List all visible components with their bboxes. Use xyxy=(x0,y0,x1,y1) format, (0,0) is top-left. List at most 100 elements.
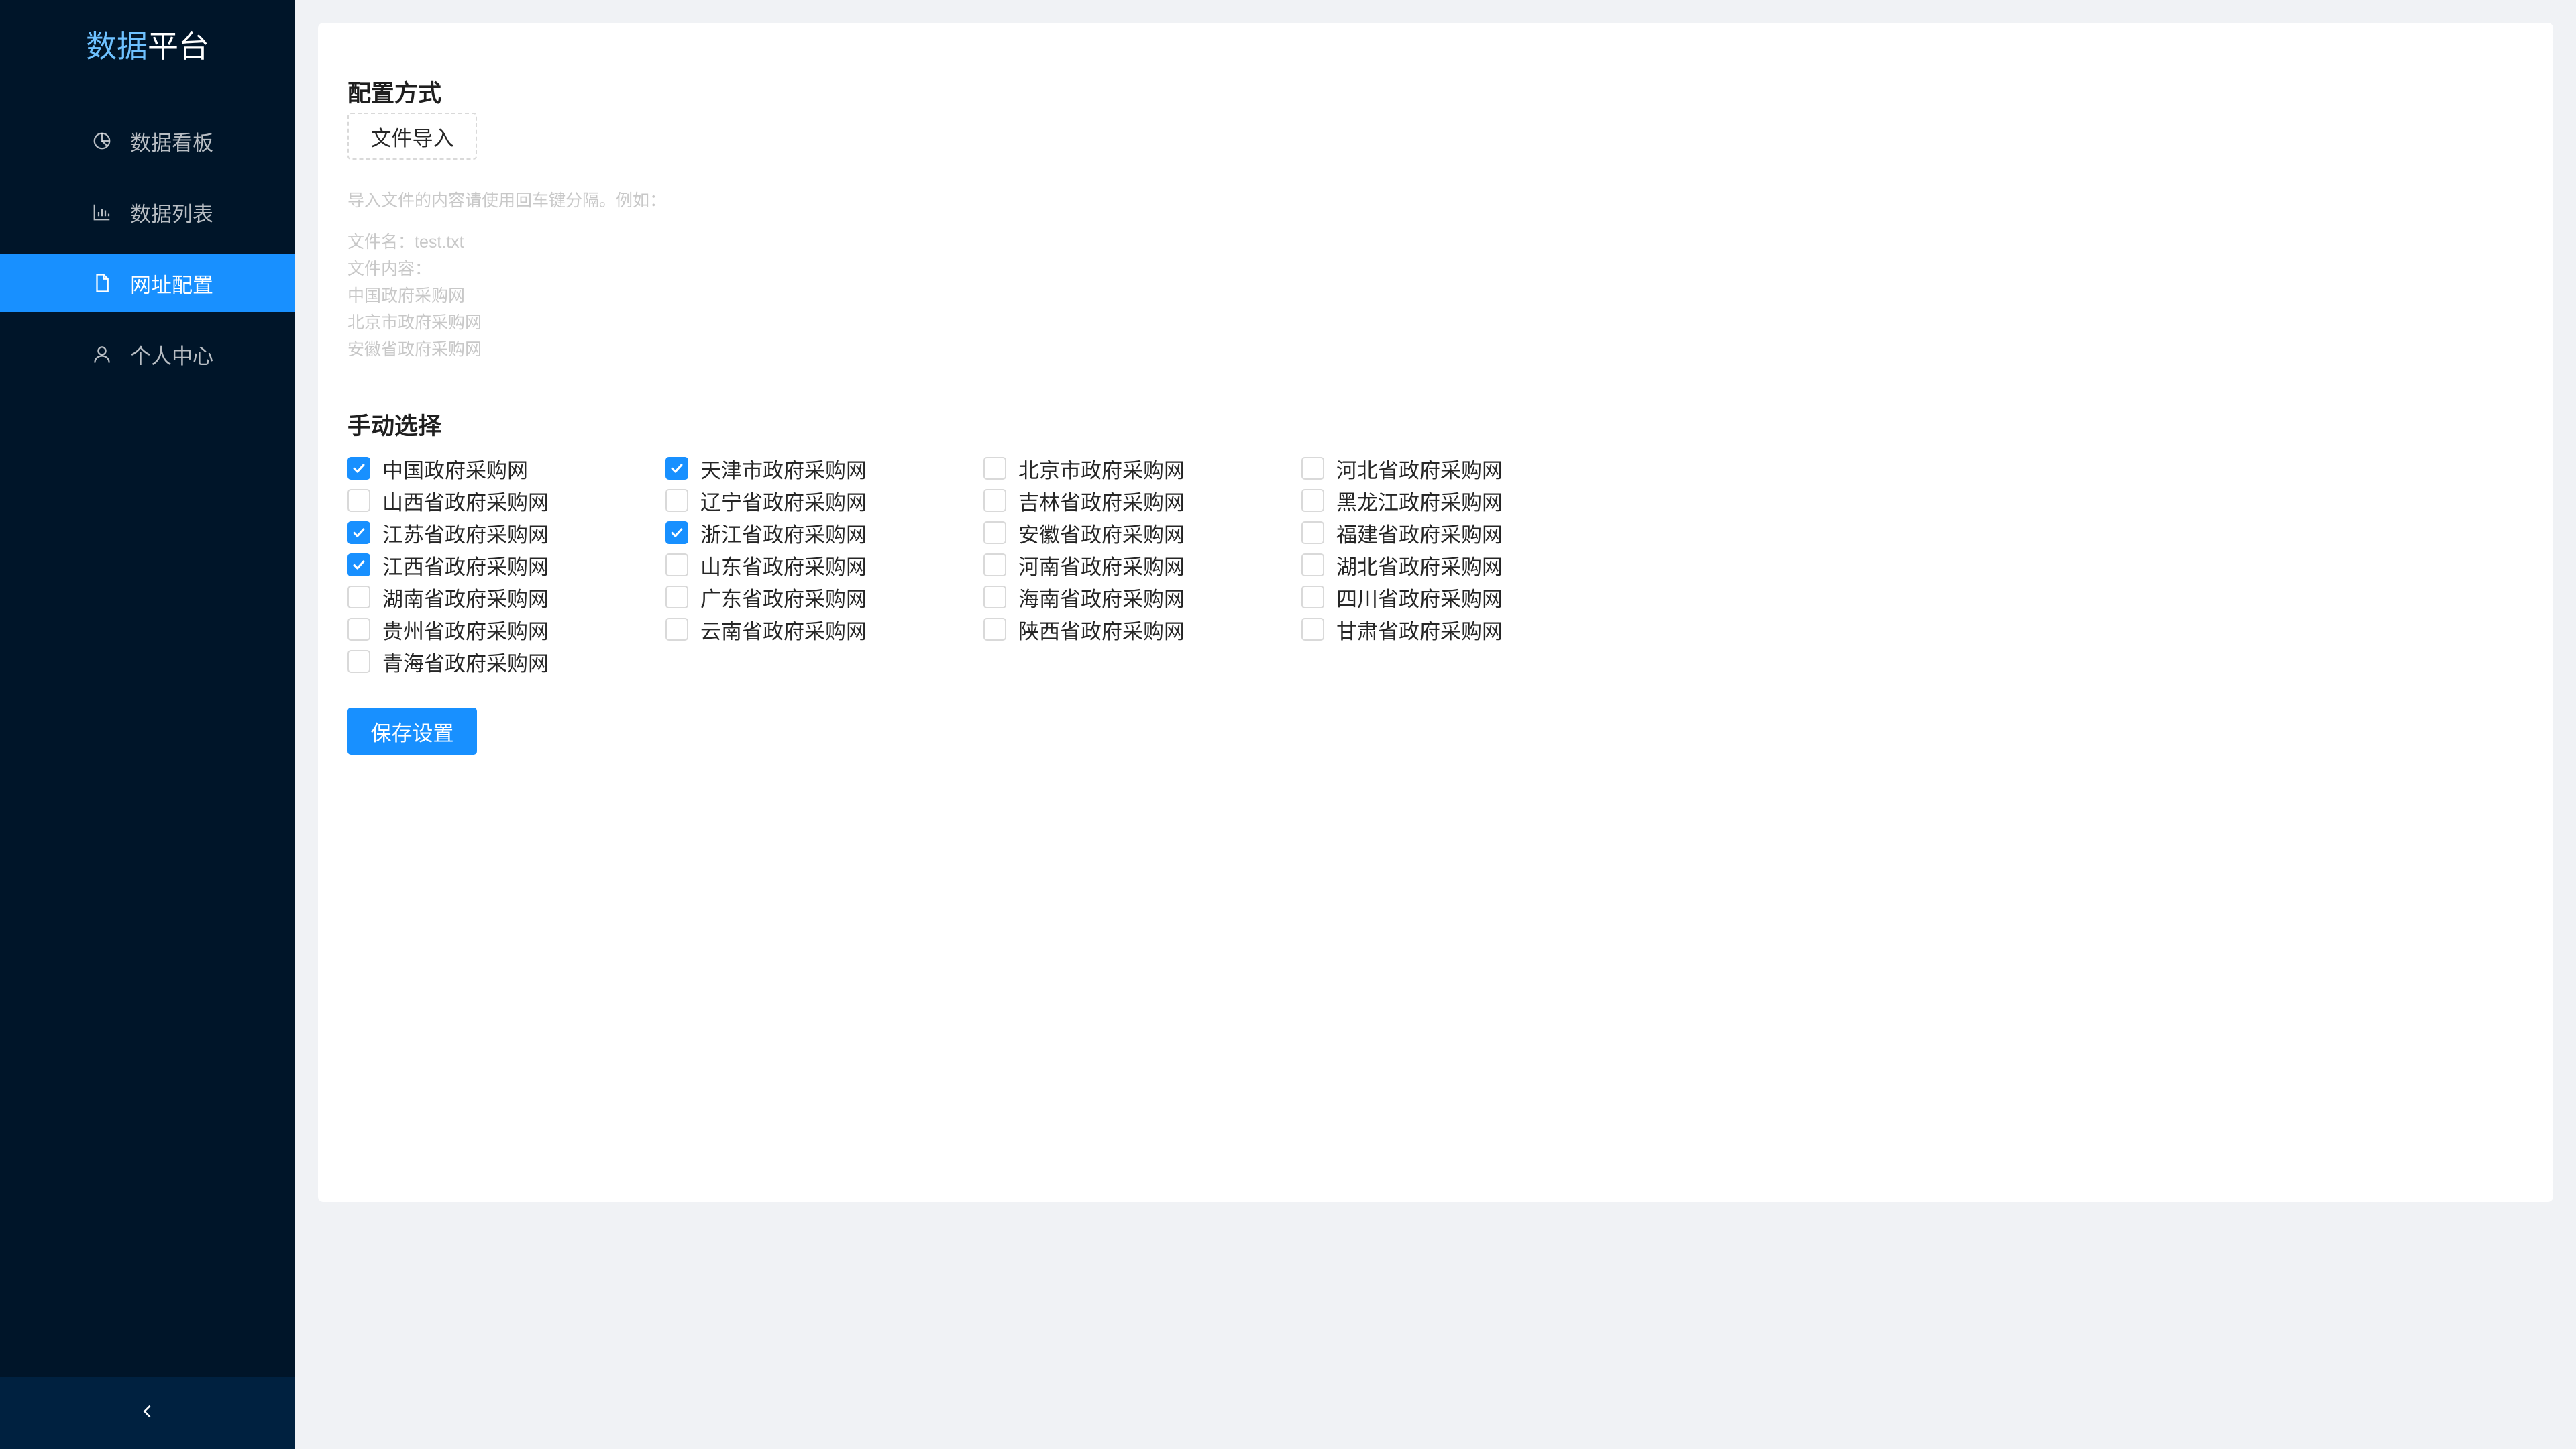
sidebar-menu: 数据看板 数据列表 网址配置 个人中心 xyxy=(0,112,295,396)
checkbox-box[interactable] xyxy=(347,489,370,512)
hint-example-line: 文件名：test.txt xyxy=(347,233,464,252)
hint-example-line: 文件内容： xyxy=(347,260,432,278)
checkbox-box[interactable] xyxy=(1301,586,1324,608)
site-checkbox[interactable]: 云南省政府采购网 xyxy=(665,613,983,645)
logo-text-accent: 数据 xyxy=(86,29,148,64)
sidebar-item-label: 数据看板 xyxy=(130,131,213,155)
site-checkbox[interactable]: 山东省政府采购网 xyxy=(665,549,983,581)
site-checkbox[interactable]: 山西省政府采购网 xyxy=(347,484,665,517)
user-icon xyxy=(91,343,113,365)
hint-example-line: 安徽省政府采购网 xyxy=(347,340,482,359)
checkbox-box[interactable] xyxy=(665,521,688,544)
checkbox-label: 北京市政府采购网 xyxy=(1018,458,1185,482)
checkbox-label: 福建省政府采购网 xyxy=(1336,523,1503,547)
checkbox-box[interactable] xyxy=(665,457,688,480)
site-checkbox[interactable]: 陕西省政府采购网 xyxy=(983,613,1301,645)
checkbox-label: 四川省政府采购网 xyxy=(1336,587,1503,611)
checkbox-box[interactable] xyxy=(665,618,688,641)
checkbox-label: 安徽省政府采购网 xyxy=(1018,523,1185,547)
checkbox-label: 江苏省政府采购网 xyxy=(382,523,549,547)
checkbox-box[interactable] xyxy=(347,618,370,641)
site-checkbox[interactable]: 中国政府采购网 xyxy=(347,452,665,484)
site-checkbox[interactable]: 吉林省政府采购网 xyxy=(983,484,1301,517)
site-checkbox[interactable]: 广东省政府采购网 xyxy=(665,581,983,613)
site-checkbox[interactable]: 湖北省政府采购网 xyxy=(1301,549,1619,581)
checkbox-box[interactable] xyxy=(1301,521,1324,544)
checkbox-label: 天津市政府采购网 xyxy=(700,458,867,482)
checkbox-box[interactable] xyxy=(983,553,1006,576)
checkbox-box[interactable] xyxy=(983,521,1006,544)
site-checkbox[interactable]: 江苏省政府采购网 xyxy=(347,517,665,549)
checkbox-label: 贵州省政府采购网 xyxy=(382,619,549,643)
check-icon xyxy=(671,464,683,473)
checkbox-label: 青海省政府采购网 xyxy=(382,651,549,676)
site-checkbox[interactable]: 北京市政府采购网 xyxy=(983,452,1301,484)
checkbox-box[interactable] xyxy=(1301,553,1324,576)
checkbox-label: 陕西省政府采购网 xyxy=(1018,619,1185,643)
checkbox-box[interactable] xyxy=(1301,618,1324,641)
site-checkbox[interactable]: 辽宁省政府采购网 xyxy=(665,484,983,517)
checkbox-box[interactable] xyxy=(347,553,370,576)
site-checkbox[interactable]: 天津市政府采购网 xyxy=(665,452,983,484)
save-settings-button[interactable]: 保存设置 xyxy=(347,708,477,755)
content-card: 配置方式 文件导入 导入文件的内容请使用回车键分隔。例如： 文件名：test.t… xyxy=(318,23,2553,1202)
config-section-title: 配置方式 xyxy=(347,80,442,107)
sidebar-item-label: 数据列表 xyxy=(130,202,213,226)
checkbox-box[interactable] xyxy=(983,586,1006,608)
sidebar: 数据平台 数据看板 数据列表 网址配置 个人中心 xyxy=(0,0,295,1449)
check-icon xyxy=(671,528,683,537)
checkbox-box[interactable] xyxy=(983,457,1006,480)
logo-text: 平台 xyxy=(148,29,209,64)
checkbox-box[interactable] xyxy=(983,489,1006,512)
sidebar-item-data-list[interactable]: 数据列表 xyxy=(0,183,295,241)
site-checkbox[interactable]: 海南省政府采购网 xyxy=(983,581,1301,613)
checkbox-box[interactable] xyxy=(665,586,688,608)
check-icon xyxy=(353,464,365,473)
checkbox-label: 黑龙江政府采购网 xyxy=(1336,490,1503,515)
manual-section-title: 手动选择 xyxy=(347,413,442,439)
site-checkbox[interactable]: 浙江省政府采购网 xyxy=(665,517,983,549)
site-checkbox[interactable]: 江西省政府采购网 xyxy=(347,549,665,581)
pie-chart-icon xyxy=(91,130,113,152)
chevron-left-icon xyxy=(138,1402,157,1424)
site-checkbox[interactable]: 青海省政府采购网 xyxy=(347,645,665,678)
sidebar-collapse-button[interactable] xyxy=(0,1377,295,1449)
checkbox-label: 甘肃省政府采购网 xyxy=(1336,619,1503,643)
site-checkbox[interactable]: 河南省政府采购网 xyxy=(983,549,1301,581)
checkbox-box[interactable] xyxy=(665,553,688,576)
checkbox-box[interactable] xyxy=(347,521,370,544)
site-checkbox[interactable]: 湖南省政府采购网 xyxy=(347,581,665,613)
site-checkbox[interactable]: 甘肃省政府采购网 xyxy=(1301,613,1619,645)
hint-example-line: 中国政府采购网 xyxy=(347,286,466,305)
checkbox-label: 浙江省政府采购网 xyxy=(700,523,867,547)
checkbox-box[interactable] xyxy=(347,457,370,480)
site-checkbox[interactable]: 黑龙江政府采购网 xyxy=(1301,484,1619,517)
app-logo: 数据平台 xyxy=(0,23,295,70)
checkbox-box[interactable] xyxy=(1301,489,1324,512)
checkbox-label: 吉林省政府采购网 xyxy=(1018,490,1185,515)
sidebar-item-url-config[interactable]: 网址配置 xyxy=(0,254,295,312)
checkbox-label: 湖北省政府采购网 xyxy=(1336,555,1503,579)
checkbox-label: 广东省政府采购网 xyxy=(700,587,867,611)
checkbox-label: 海南省政府采购网 xyxy=(1018,587,1185,611)
checkbox-box[interactable] xyxy=(347,650,370,673)
sidebar-item-profile[interactable]: 个人中心 xyxy=(0,325,295,383)
checkbox-label: 河南省政府采购网 xyxy=(1018,555,1185,579)
check-icon xyxy=(353,560,365,570)
site-checkbox[interactable]: 四川省政府采购网 xyxy=(1301,581,1619,613)
checkbox-box[interactable] xyxy=(1301,457,1324,480)
checkbox-label: 湖南省政府采购网 xyxy=(382,587,549,611)
checkbox-box[interactable] xyxy=(983,618,1006,641)
checkbox-box[interactable] xyxy=(665,489,688,512)
site-checkbox[interactable]: 河北省政府采购网 xyxy=(1301,452,1619,484)
site-checkbox[interactable]: 贵州省政府采购网 xyxy=(347,613,665,645)
checkbox-box[interactable] xyxy=(347,586,370,608)
checkbox-label: 河北省政府采购网 xyxy=(1336,458,1503,482)
checkbox-label: 江西省政府采购网 xyxy=(382,555,549,579)
file-import-button[interactable]: 文件导入 xyxy=(347,113,477,160)
sidebar-item-dashboard[interactable]: 数据看板 xyxy=(0,112,295,170)
site-checkbox[interactable]: 安徽省政府采购网 xyxy=(983,517,1301,549)
checkbox-label: 山东省政府采购网 xyxy=(700,555,867,579)
site-checkbox[interactable]: 福建省政府采购网 xyxy=(1301,517,1619,549)
check-icon xyxy=(353,528,365,537)
